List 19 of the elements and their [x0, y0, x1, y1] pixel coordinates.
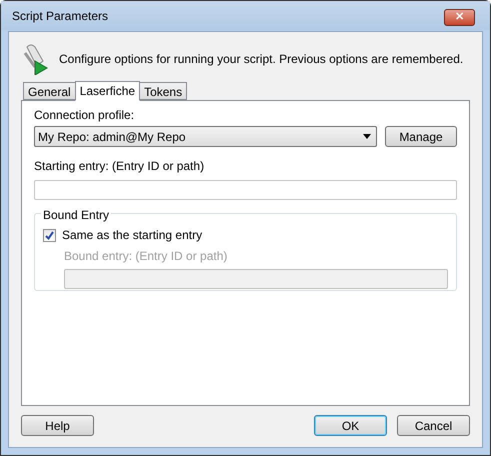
field-label: Starting entry: (Entry ID or path) [34, 158, 206, 175]
tab[interactable]: General [23, 82, 76, 100]
default-button[interactable]: OK [314, 415, 387, 436]
check-icon [45, 230, 54, 240]
field-label: Connection profile: [34, 107, 136, 124]
manage-button[interactable]: Manage [385, 126, 457, 147]
tab[interactable]: Laserfiche [74, 81, 140, 101]
dropdown-arrow-icon [363, 134, 371, 139]
tab[interactable]: Tokens [139, 82, 188, 100]
checkbox-label: Same as the starting entry [62, 227, 202, 244]
dialog-button[interactable]: Help [21, 415, 94, 436]
header-text: Configure options for running your script. Previous options are remembered. [59, 51, 464, 68]
profile-dropdown[interactable]: My Repo: admin@My Repo [34, 126, 377, 147]
field-label: Bound entry: (Entry ID or path) [64, 248, 228, 265]
checkbox[interactable] [43, 228, 56, 242]
script-run-icon [21, 43, 49, 75]
starting-entry-field[interactable] [34, 180, 457, 200]
window-title: Script Parameters [12, 8, 108, 24]
dialog-button[interactable]: Cancel [397, 415, 470, 436]
